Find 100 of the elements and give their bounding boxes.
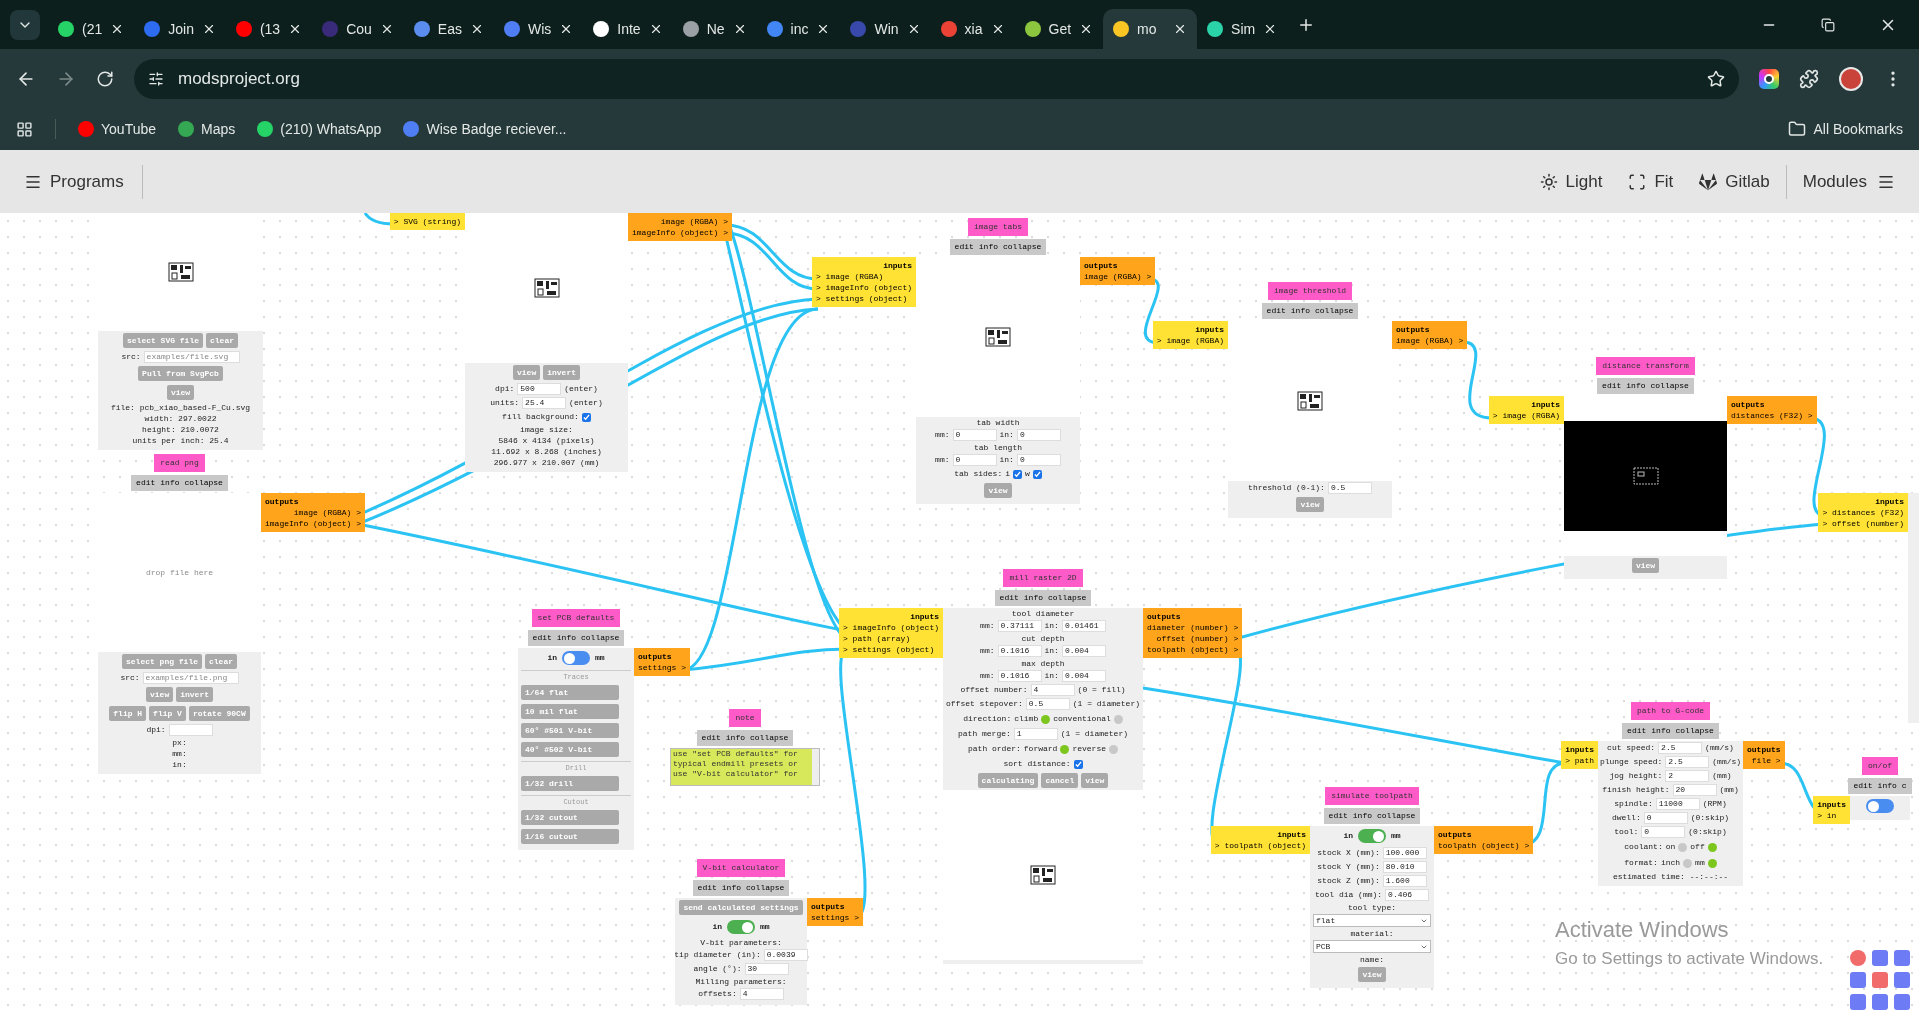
browser-tab[interactable]: inc [756, 9, 841, 49]
port-label[interactable]: toolpath (object) > [1147, 644, 1239, 655]
menu-link[interactable]: edit [954, 241, 974, 253]
menu-link[interactable]: info [1877, 780, 1897, 792]
menu-link[interactable]: edit [532, 632, 552, 644]
menu-link[interactable]: edit [136, 477, 156, 489]
input-field[interactable]: 0.004 [1061, 645, 1106, 657]
input-field[interactable]: 0 [952, 454, 997, 466]
input-field[interactable]: 0 [1016, 429, 1061, 441]
menu-link[interactable]: info [556, 632, 576, 644]
menu-link[interactable]: info [978, 241, 998, 253]
bookmark-link[interactable]: Wise Badge reciever... [403, 118, 567, 140]
port-label[interactable]: offset (number) > [1147, 633, 1239, 644]
browser-tab[interactable]: Wis [493, 9, 584, 49]
menu-link[interactable]: collapse [1650, 380, 1689, 392]
input-field[interactable]: 0.5 [1327, 482, 1372, 494]
browser-tab[interactable]: Get [1014, 9, 1104, 49]
input-field[interactable]: 0 [1016, 454, 1061, 466]
radio-button[interactable] [1109, 744, 1118, 754]
input-field[interactable]: 0 [1641, 826, 1686, 838]
browser-tab[interactable]: Eas [403, 9, 494, 49]
menu-link[interactable]: collapse [184, 477, 223, 489]
input-field[interactable]: 20 [1672, 784, 1717, 796]
radio-button[interactable] [1683, 858, 1693, 868]
modules-button[interactable]: Modules [1785, 164, 1895, 199]
input-field[interactable]: 2.5 [1658, 742, 1703, 754]
bookmark-star-icon[interactable] [1707, 69, 1725, 88]
menu-link[interactable]: edit [1266, 305, 1286, 317]
port-label[interactable]: > distances (F32) [1822, 507, 1904, 518]
input-field[interactable]: 0.01461 [1061, 620, 1106, 632]
port-label[interactable]: > imageInfo (object) [843, 622, 939, 633]
input-field[interactable]: 1.600 [1382, 875, 1427, 887]
profile-avatar[interactable] [1839, 66, 1863, 91]
menu-link[interactable]: c [1901, 780, 1907, 792]
port-label[interactable]: > SVG (string) [393, 216, 461, 227]
app-grid-icon[interactable] [1849, 949, 1911, 1011]
header-button[interactable]: Fit [1618, 168, 1684, 195]
port-label[interactable]: settings > [811, 912, 859, 923]
menu-link[interactable]: collapse [1675, 725, 1714, 737]
site-info-icon[interactable] [148, 70, 164, 87]
toggle-switch[interactable] [1358, 829, 1386, 843]
browser-tab[interactable]: Win [840, 9, 931, 49]
browser-tab[interactable]: xia [930, 9, 1015, 49]
checkbox[interactable] [1032, 469, 1042, 479]
browser-tab[interactable]: Inte [583, 9, 673, 49]
menu-link[interactable]: collapse [1003, 241, 1042, 253]
note-textarea[interactable]: use "set PCB defaults" for typical endmill presets or use "V-bit calculator" for [670, 748, 820, 786]
input-field[interactable]: examples/file.png [142, 672, 239, 684]
input-field[interactable]: 0.406 [1385, 889, 1430, 901]
port-label[interactable]: file > [1747, 755, 1781, 766]
port-label[interactable]: imageInfo (object) > [265, 518, 361, 529]
port-label[interactable]: > path [1565, 755, 1594, 766]
port-label[interactable]: toolpath (object) > [1438, 840, 1530, 851]
menu-link[interactable]: info [160, 477, 180, 489]
port-label[interactable]: > offset (number) [1822, 518, 1904, 529]
input-field[interactable]: 4 [1030, 684, 1075, 696]
port-label[interactable]: diameter (number) > [1147, 622, 1239, 633]
menu-link[interactable]: info [1023, 592, 1043, 604]
drop-area[interactable]: drop file here [98, 493, 261, 652]
port-label[interactable]: image (RGBA) > [265, 507, 361, 518]
radio-button[interactable] [1113, 714, 1123, 724]
toggle-switch[interactable] [1866, 799, 1894, 813]
header-button[interactable]: Gitlab [1689, 168, 1780, 195]
tab-search-button[interactable] [10, 9, 40, 40]
input-field[interactable]: 2 [1665, 770, 1710, 782]
menu-link[interactable]: collapse [746, 882, 785, 894]
input-field[interactable]: 0.1016 [997, 670, 1042, 682]
input-field[interactable]: examples/file.svg [143, 351, 240, 363]
programs-button[interactable]: Programs [24, 164, 143, 199]
port-label[interactable]: > settings (object) [843, 644, 939, 655]
bookmark-link[interactable]: (210) WhatsApp [257, 118, 382, 140]
port-label[interactable]: > image (RGBA) [1156, 335, 1224, 346]
port-label[interactable]: distances (F32) > [1731, 410, 1813, 421]
port-label[interactable]: image (RGBA) > [1084, 271, 1152, 282]
port-label[interactable]: > imageInfo (object) [816, 282, 912, 293]
input-field[interactable] [168, 724, 213, 736]
menu-link[interactable]: collapse [1048, 592, 1087, 604]
browser-tab[interactable]: Join [134, 9, 226, 49]
radio-button[interactable] [1707, 842, 1717, 852]
input-field[interactable]: 80.010 [1382, 861, 1427, 873]
menu-link[interactable]: info [721, 882, 741, 894]
port-label[interactable]: > image (RGBA) [1492, 410, 1560, 421]
checkbox[interactable] [1013, 469, 1022, 479]
input-field[interactable]: 4 [739, 988, 784, 1000]
toggle-switch[interactable] [727, 920, 755, 934]
input-field[interactable]: 0.37111 [997, 620, 1042, 632]
radio-button[interactable] [1707, 858, 1717, 868]
scrollbar[interactable] [812, 749, 819, 785]
browser-tab[interactable]: Sim [1197, 9, 1288, 49]
input-field[interactable]: 2.5 [1665, 756, 1710, 768]
port-label[interactable]: image (RGBA) > [1396, 335, 1464, 346]
input-field[interactable]: 0 [1643, 812, 1688, 824]
all-bookmarks-button[interactable]: All Bookmarks [1787, 118, 1903, 140]
input-field[interactable]: 100.000 [1382, 847, 1427, 859]
radio-button[interactable] [1041, 714, 1051, 724]
input-field[interactable]: 0.5 [1025, 698, 1070, 710]
port-label[interactable]: image (RGBA) > [632, 216, 728, 227]
menu-link[interactable]: info [1626, 380, 1646, 392]
address-bar[interactable]: modsproject.org [134, 58, 1739, 99]
menu-link[interactable]: edit [1627, 725, 1647, 737]
